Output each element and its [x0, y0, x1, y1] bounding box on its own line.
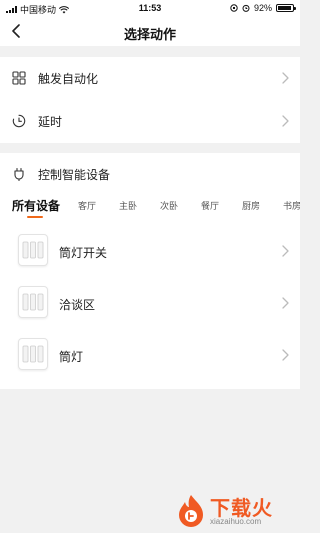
flame-logo-icon [179, 495, 203, 527]
chevron-right-icon [282, 349, 289, 361]
timer-icon [12, 114, 26, 128]
battery-icon [276, 4, 296, 12]
device-row[interactable]: 筒灯 [0, 330, 300, 380]
wall-switch-icon [18, 338, 48, 370]
room-tabs: 所有设备 客厅 主卧 次卧 餐厅 厨房 书房 [0, 199, 300, 223]
watermark-url: xiazaihuo.com [210, 517, 262, 526]
device-section-title: 控制智能设备 [38, 168, 111, 182]
battery-percent: 92% [253, 3, 272, 13]
delay-label: 延时 [38, 115, 63, 129]
trigger-section: 触发自动化 延时 [0, 57, 300, 143]
device-label: 筒灯 [59, 350, 84, 364]
delay-row[interactable]: 延时 [0, 100, 300, 143]
status-bar: 中国移动 11:53 92% [0, 0, 300, 16]
device-label: 筒灯开关 [59, 246, 108, 260]
tab-living-room[interactable]: 客厅 [78, 199, 96, 212]
tab-second-bedroom[interactable]: 次卧 [160, 199, 178, 212]
tab-dining-room[interactable]: 餐厅 [201, 199, 219, 212]
trigger-automation-row[interactable]: 触发自动化 [0, 57, 300, 100]
watermark: 下载火 xiazaihuo.com [170, 490, 300, 533]
status-right: 92% [230, 3, 296, 13]
tab-kitchen[interactable]: 厨房 [242, 199, 260, 212]
orientation-lock-icon [230, 4, 238, 12]
plug-icon [14, 167, 24, 181]
nav-bar: 选择动作 [0, 16, 300, 46]
device-label: 洽谈区 [59, 298, 96, 312]
chevron-right-icon [282, 72, 289, 84]
chevron-right-icon [282, 245, 289, 257]
alarm-icon [242, 4, 250, 12]
tab-study[interactable]: 书房 [283, 199, 300, 212]
active-tab-indicator [27, 216, 43, 218]
tab-all-devices[interactable]: 所有设备 [12, 199, 60, 214]
device-row[interactable]: 筒灯开关 [0, 226, 300, 276]
device-section: 控制智能设备 所有设备 客厅 主卧 次卧 餐厅 厨房 书房 筒灯开关 洽谈区 筒… [0, 153, 300, 389]
wall-switch-icon [18, 286, 48, 318]
tab-master-bedroom[interactable]: 主卧 [119, 199, 137, 212]
wall-switch-icon [18, 234, 48, 266]
device-row[interactable]: 洽谈区 [0, 278, 300, 328]
chevron-right-icon [282, 115, 289, 127]
device-section-header: 控制智能设备 [0, 153, 300, 193]
grid-icon [12, 71, 26, 85]
trigger-automation-label: 触发自动化 [38, 72, 99, 86]
chevron-right-icon [282, 297, 289, 309]
page-title: 选择动作 [123, 27, 176, 42]
